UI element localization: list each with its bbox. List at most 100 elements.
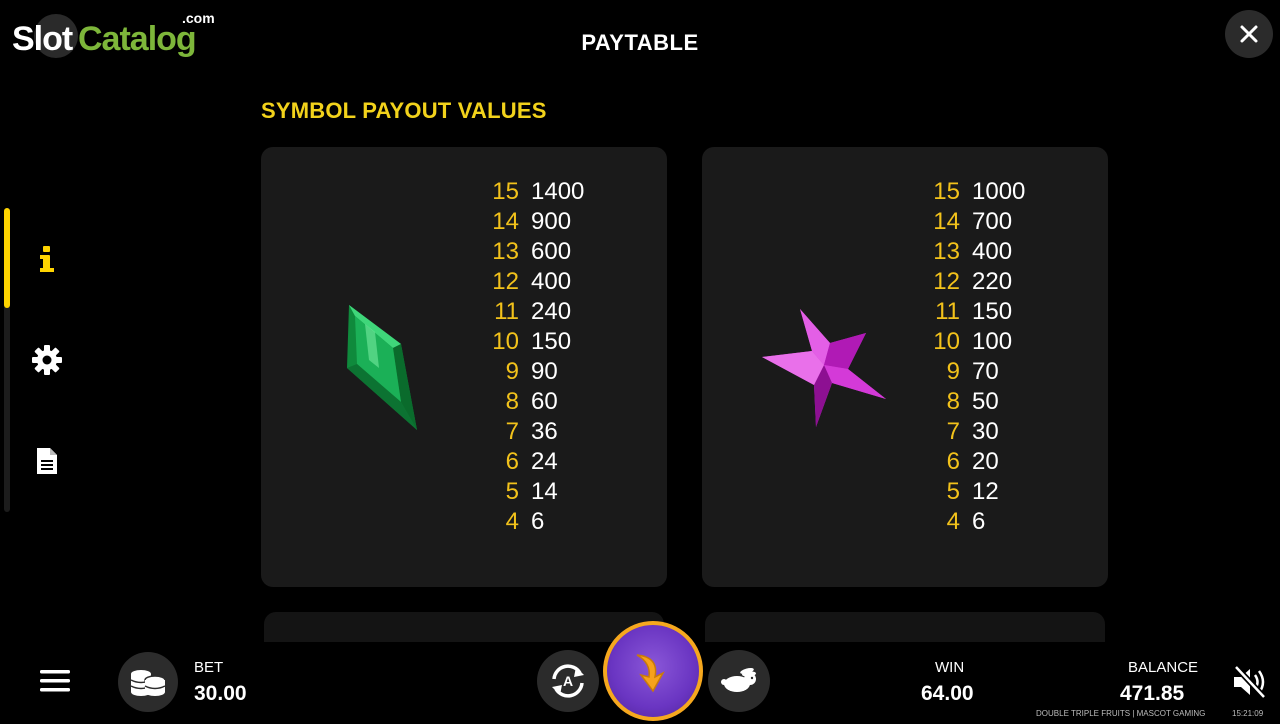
payout-count: 10 bbox=[492, 328, 519, 355]
gear-icon bbox=[32, 345, 62, 375]
payout-value: 20 bbox=[972, 448, 999, 475]
watermark-domain: .com bbox=[182, 10, 215, 26]
side-nav-active-indicator bbox=[4, 208, 10, 308]
payout-value: 12 bbox=[972, 478, 999, 505]
turbo-button[interactable] bbox=[708, 650, 770, 712]
section-title: SYMBOL PAYOUT VALUES bbox=[261, 98, 547, 123]
payout-count: 9 bbox=[505, 358, 519, 385]
payout-row: 46 bbox=[930, 507, 1025, 537]
pink-star-icon bbox=[762, 309, 886, 427]
paytable-list-emerald: 15 1400 14 900 13 600 12 400 11 240 10 150 9 90 8 60 7 36… bbox=[489, 177, 584, 537]
payout-count: 8 bbox=[505, 388, 519, 415]
payout-row: 14 700 bbox=[930, 207, 1025, 237]
payout-value: 60 bbox=[531, 388, 558, 415]
side-nav-rules[interactable] bbox=[24, 438, 70, 484]
payout-count: 11 bbox=[935, 298, 960, 325]
balance-value: 471.85 bbox=[1120, 682, 1185, 705]
payout-count: 5 bbox=[946, 478, 960, 505]
payout-value: 600 bbox=[531, 238, 572, 265]
document-icon bbox=[37, 448, 57, 474]
spin-button[interactable] bbox=[603, 621, 703, 721]
payout-row: 9 70 bbox=[930, 357, 1025, 387]
side-nav-settings[interactable] bbox=[24, 337, 70, 383]
payout-row: 6 24 bbox=[489, 447, 584, 477]
payout-row: 12 400 bbox=[489, 267, 584, 297]
paytable-card-star: 15 1000 14 700 13 400 12 220 11 150 10 100 9 70 8 50 7 30… bbox=[702, 147, 1108, 587]
bet-value: 30.00 bbox=[194, 682, 247, 705]
payout-count: 8 bbox=[946, 388, 960, 415]
menu-button[interactable] bbox=[36, 664, 74, 698]
payout-row: 46 bbox=[489, 507, 584, 537]
paytable-card-emerald: 15 1400 14 900 13 600 12 400 11 240 10 150 9 90 8 60 7 36… bbox=[261, 147, 667, 587]
close-button[interactable] bbox=[1225, 10, 1273, 58]
win-label: WIN bbox=[935, 659, 965, 676]
payout-count: 12 bbox=[492, 268, 519, 295]
payout-count: 14 bbox=[933, 208, 960, 235]
payout-count: 7 bbox=[505, 418, 519, 445]
payout-count: 13 bbox=[492, 238, 519, 265]
payout-row: 6 20 bbox=[930, 447, 1025, 477]
autoplay-letter: A bbox=[563, 673, 573, 689]
payout-value: 6 bbox=[531, 508, 545, 535]
green-emerald-icon bbox=[347, 305, 417, 430]
payout-count: 9 bbox=[946, 358, 960, 385]
payout-value: 240 bbox=[531, 298, 572, 325]
bet-label: BET bbox=[194, 659, 224, 676]
payout-value: 150 bbox=[972, 298, 1013, 325]
autoplay-icon: A bbox=[552, 664, 584, 698]
payout-value: 220 bbox=[972, 268, 1013, 295]
payout-value: 30 bbox=[972, 418, 999, 445]
payout-count: 6 bbox=[946, 448, 960, 475]
side-nav-info[interactable] bbox=[24, 237, 70, 283]
payout-row: 14 900 bbox=[489, 207, 584, 237]
paytable-card-next-left bbox=[264, 612, 664, 642]
payout-value: 50 bbox=[972, 388, 999, 415]
payout-count: 15 bbox=[492, 178, 519, 205]
payout-count: 13 bbox=[933, 238, 960, 265]
payout-count: 5 bbox=[505, 478, 519, 505]
close-icon bbox=[1240, 25, 1258, 43]
payout-row: 12 220 bbox=[930, 267, 1025, 297]
payout-value: 24 bbox=[531, 448, 558, 475]
clock: 15:21:09 bbox=[1232, 709, 1264, 718]
info-icon bbox=[40, 246, 54, 272]
payout-row: 15 1000 bbox=[930, 177, 1025, 207]
payout-row: 8 50 bbox=[930, 387, 1025, 417]
payout-count: 10 bbox=[933, 328, 960, 355]
bet-button[interactable] bbox=[118, 652, 178, 712]
payout-row: 13 600 bbox=[489, 237, 584, 267]
payout-row: 7 30 bbox=[930, 417, 1025, 447]
payout-value: 700 bbox=[972, 208, 1013, 235]
payout-value: 900 bbox=[531, 208, 572, 235]
payout-value: 6 bbox=[972, 508, 986, 535]
payout-count: 7 bbox=[946, 418, 960, 445]
payout-count: 12 bbox=[933, 268, 960, 295]
sound-toggle-button[interactable] bbox=[1230, 664, 1270, 700]
payout-count: 4 bbox=[505, 508, 519, 535]
win-value: 64.00 bbox=[921, 682, 974, 705]
payout-value: 36 bbox=[531, 418, 558, 445]
paytable-card-next-right bbox=[705, 612, 1105, 642]
payout-value: 100 bbox=[972, 328, 1013, 355]
payout-row: 10 100 bbox=[930, 327, 1025, 357]
payout-value: 70 bbox=[972, 358, 999, 385]
payout-count: 6 bbox=[505, 448, 519, 475]
payout-value: 90 bbox=[531, 358, 558, 385]
payout-value: 150 bbox=[531, 328, 572, 355]
payout-value: 1000 bbox=[972, 178, 1026, 205]
payout-value: 1400 bbox=[531, 178, 585, 205]
paytable-list-star: 15 1000 14 700 13 400 12 220 11 150 10 100 9 70 8 50 7 30… bbox=[930, 177, 1025, 537]
payout-row: 11 150 bbox=[930, 297, 1025, 327]
hamburger-icon bbox=[40, 670, 70, 692]
payout-row: 7 36 bbox=[489, 417, 584, 447]
balance-label: BALANCE bbox=[1128, 659, 1199, 676]
payout-row: 13 400 bbox=[930, 237, 1025, 267]
spin-arrow-icon bbox=[636, 654, 665, 693]
payout-count: 14 bbox=[492, 208, 519, 235]
speaker-muted-icon bbox=[1233, 664, 1267, 700]
coin-stack-icon bbox=[130, 670, 166, 696]
payout-row: 10 150 bbox=[489, 327, 584, 357]
autoplay-button[interactable]: A bbox=[537, 650, 599, 712]
game-credit: DOUBLE TRIPLE FRUITS | MASCOT GAMING bbox=[1036, 709, 1206, 718]
payout-row: 5 14 bbox=[489, 477, 584, 507]
